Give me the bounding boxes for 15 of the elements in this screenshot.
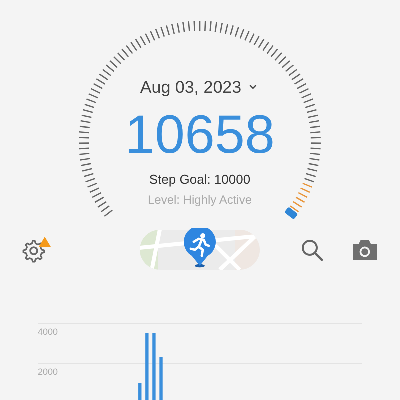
running-pin-icon xyxy=(183,228,217,268)
bar xyxy=(146,333,149,400)
settings-icon[interactable] xyxy=(22,236,52,264)
date-picker[interactable]: Aug 03, 2023 ⌄ xyxy=(140,78,260,98)
step-goal: Step Goal: 10000 xyxy=(149,172,251,187)
progress-marker xyxy=(284,206,298,220)
y-axis-label: 4000 xyxy=(38,327,58,337)
activity-level: Level: Highly Active xyxy=(148,193,252,207)
camera-icon[interactable] xyxy=(352,239,378,261)
y-axis-label: 2000 xyxy=(38,367,58,377)
search-icon[interactable] xyxy=(300,238,324,262)
bar xyxy=(138,383,142,400)
bar xyxy=(152,333,156,400)
bar xyxy=(160,357,163,400)
step-count: 10658 xyxy=(124,104,276,167)
